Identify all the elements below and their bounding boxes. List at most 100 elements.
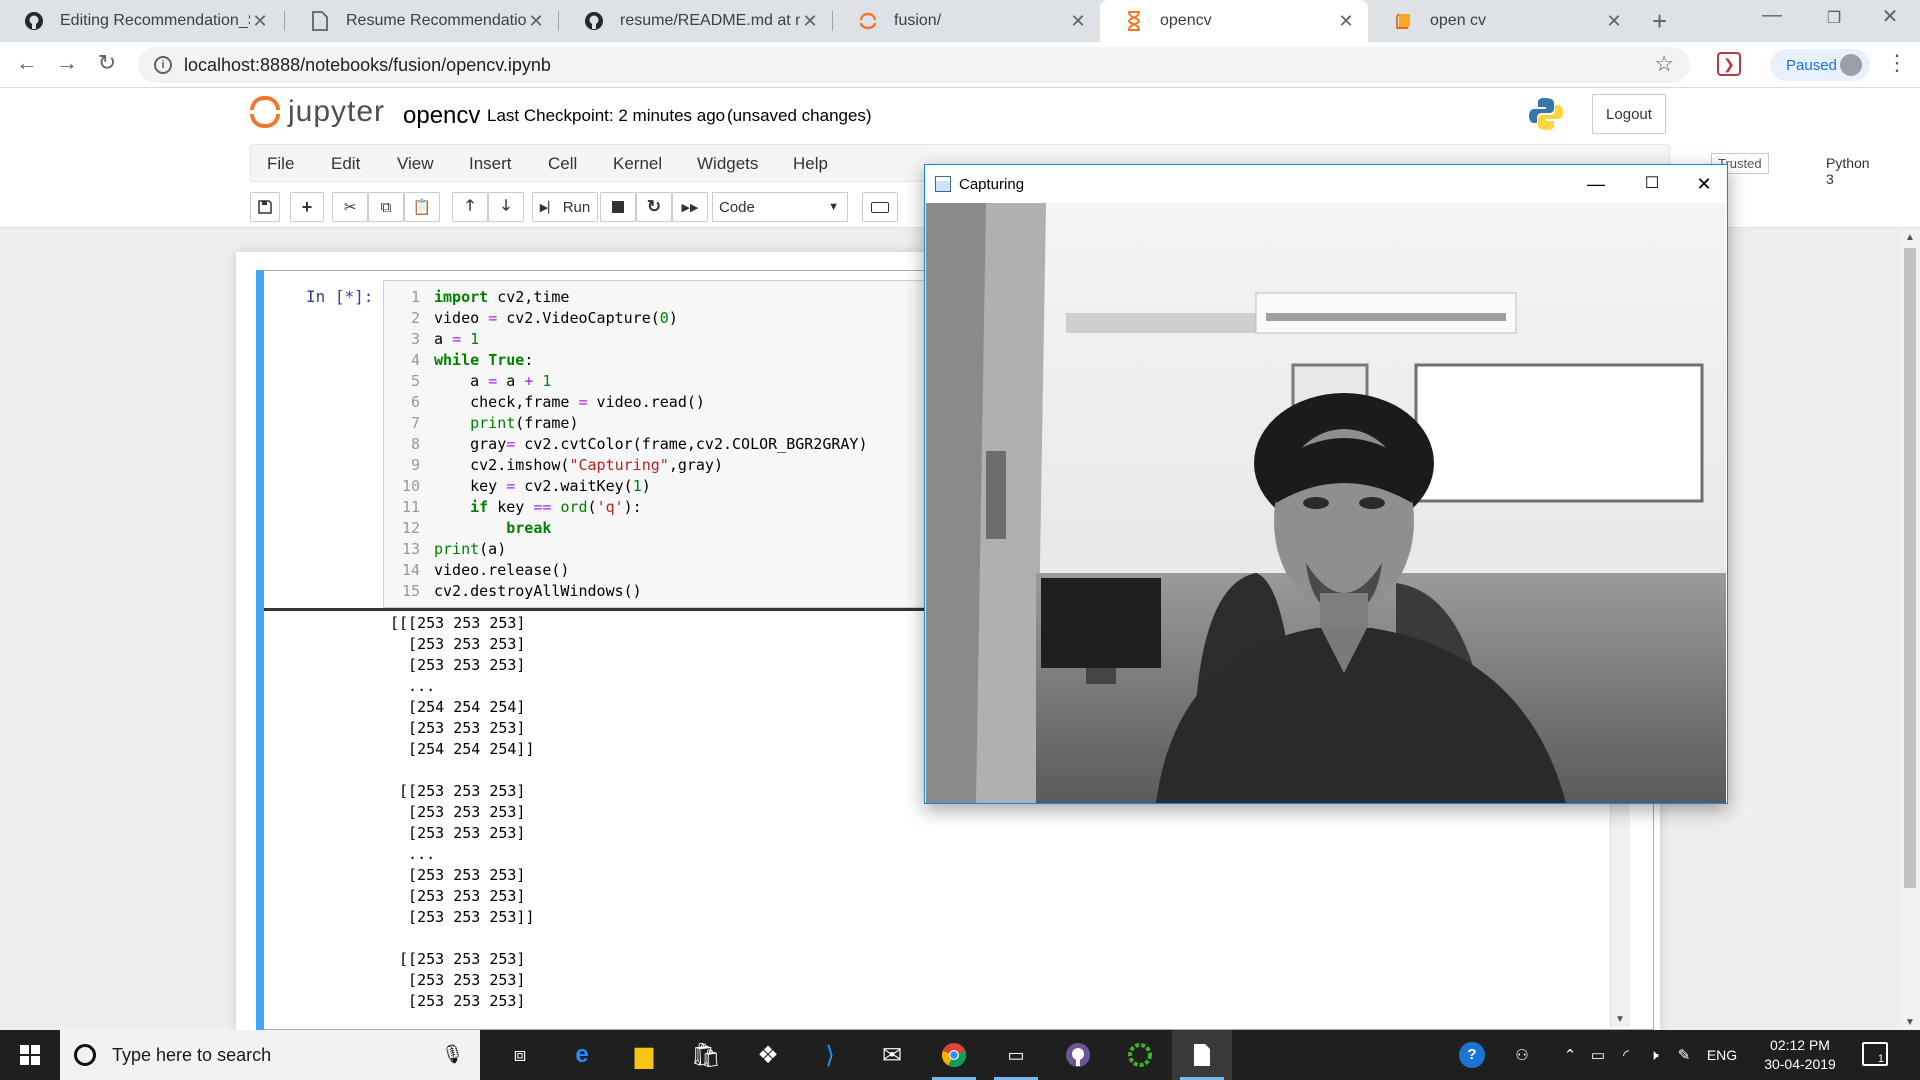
github-desktop-icon[interactable]	[1048, 1030, 1108, 1080]
code-line: while True:	[434, 351, 534, 369]
bookmark-star-icon[interactable]: ☆	[1654, 51, 1674, 77]
task-view-icon[interactable]: ⧈	[490, 1030, 550, 1080]
autosave-status: (unsaved changes)	[727, 106, 872, 125]
menu-kernel[interactable]: Kernel	[613, 154, 662, 174]
tab-fusion[interactable]: fusion/ ✕	[834, 0, 1100, 42]
output-line: [253 253 253]	[390, 824, 526, 842]
tab-opencv[interactable]: opencv ✕	[1100, 0, 1368, 42]
restart-run-all-button[interactable]: ▶▶	[672, 192, 708, 222]
move-up-button[interactable]: 🡑	[452, 192, 488, 222]
tab-editing-recommendation[interactable]: Editing Recommendation_Sy ✕	[0, 0, 282, 42]
forward-arrow-icon[interactable]: →	[52, 50, 82, 76]
address-bar[interactable]: i localhost:8888/notebooks/fusion/opencv…	[138, 47, 1690, 83]
reload-icon[interactable]: ↻	[92, 50, 122, 76]
tab-resume-readme[interactable]: resume/README.md at mast ✕	[560, 0, 832, 42]
github-icon	[24, 11, 44, 31]
new-tab-button[interactable]: +	[1652, 6, 1667, 37]
page-scrollbar[interactable]: ▲ ▼	[1900, 228, 1920, 1030]
tab-close-icon[interactable]: ✕	[526, 11, 546, 32]
tab-open-cv[interactable]: open cv ✕	[1370, 0, 1636, 42]
menu-widgets[interactable]: Widgets	[697, 154, 758, 174]
language-indicator[interactable]: ENG	[1700, 1030, 1744, 1080]
paste-button[interactable]: 📋	[404, 192, 440, 222]
dropbox-icon[interactable]: ❖	[738, 1030, 798, 1080]
menu-edit[interactable]: Edit	[331, 154, 360, 174]
scroll-down-icon[interactable]: ▼	[1905, 1017, 1915, 1028]
cut-button[interactable]: ✂	[332, 192, 368, 222]
line-number: 5	[410, 372, 420, 390]
back-arrow-icon[interactable]: ←	[12, 50, 42, 76]
stop-icon	[612, 201, 624, 213]
notebook-name[interactable]: opencv	[403, 102, 480, 130]
site-info-icon[interactable]: i	[154, 56, 172, 74]
menu-insert[interactable]: Insert	[469, 154, 512, 174]
anaconda-icon[interactable]	[1110, 1030, 1170, 1080]
python-logo-icon	[1529, 98, 1563, 130]
edge-browser-icon[interactable]: e	[552, 1030, 612, 1080]
tab-close-icon[interactable]: ✕	[250, 11, 270, 32]
terminal-icon[interactable]: ▭	[986, 1030, 1046, 1080]
line-number: 6	[410, 393, 420, 411]
jupyter-logo[interactable]: jupyter	[250, 94, 385, 130]
line-number: 2	[410, 309, 420, 327]
move-down-button[interactable]: 🡓	[488, 192, 524, 222]
cortana-icon	[74, 1044, 96, 1066]
insert-cell-button[interactable]: +	[290, 192, 324, 222]
store-icon[interactable]: 🛍	[676, 1030, 736, 1080]
volume-muted-icon[interactable]: 🕨	[1640, 1030, 1668, 1080]
menu-help[interactable]: Help	[793, 154, 828, 174]
run-button[interactable]: ▶▏ Run	[532, 192, 598, 222]
output-line: [253 253 253]	[390, 719, 526, 737]
menu-cell[interactable]: Cell	[548, 154, 577, 174]
wifi-icon[interactable]: ◜	[1612, 1030, 1640, 1080]
scroll-up-icon[interactable]: ▲	[1905, 232, 1915, 243]
chrome-icon[interactable]	[924, 1030, 984, 1080]
maximize-window-button[interactable]: ☐	[1629, 169, 1675, 199]
show-hidden-icons-chevron[interactable]: ⌃	[1556, 1030, 1584, 1080]
tab-close-icon[interactable]: ✕	[1068, 11, 1088, 32]
microphone-icon[interactable]: 🎙	[441, 1044, 464, 1065]
jupyter-logo-icon	[250, 94, 280, 130]
system-clock[interactable]: 02:12 PM 30-04-2019	[1748, 1036, 1852, 1074]
file-explorer-icon[interactable]: ▆	[614, 1030, 674, 1080]
save-button[interactable]	[250, 192, 280, 222]
menu-file[interactable]: File	[267, 154, 294, 174]
tab-close-icon[interactable]: ✕	[800, 11, 820, 32]
mail-icon[interactable]: ✉	[862, 1030, 922, 1080]
windows-taskbar: Type here to search 🎙 ⧈ e ▆ 🛍 ❖ ⟩ ✉ ▭ ? …	[0, 1030, 1920, 1080]
scroll-down-icon[interactable]: ▼	[1615, 1014, 1625, 1025]
tab-resume-recommendation[interactable]: Resume Recommendation ✕	[286, 0, 558, 42]
profile-paused-button[interactable]: Paused	[1770, 49, 1870, 81]
restore-window-button[interactable]: ❐	[1814, 8, 1854, 28]
minimize-window-button[interactable]: —	[1573, 169, 1619, 199]
pen-icon[interactable]: ✎	[1670, 1030, 1698, 1080]
tab-close-icon[interactable]: ✕	[1336, 11, 1356, 32]
pocket-extension-icon[interactable]: ❯	[1717, 52, 1741, 76]
help-icon[interactable]: ?	[1450, 1030, 1494, 1080]
line-number: 3	[410, 330, 420, 348]
start-button[interactable]	[0, 1030, 60, 1080]
people-icon[interactable]: ⚇	[1502, 1030, 1542, 1080]
close-window-button[interactable]: ✕	[1870, 4, 1910, 29]
url-text: localhost:8888/notebooks/fusion/opencv.i…	[184, 54, 551, 75]
action-center-icon[interactable]: 1	[1862, 1042, 1888, 1066]
visual-studio-icon[interactable]: ⟩	[800, 1030, 860, 1080]
code-line: a = 1	[434, 330, 480, 348]
minimize-window-button[interactable]: —	[1752, 4, 1792, 27]
scrollbar-thumb[interactable]	[1904, 248, 1916, 888]
copy-button[interactable]: ⧉	[368, 192, 404, 222]
taskbar-search-box[interactable]: Type here to search 🎙	[60, 1030, 480, 1080]
tab-close-icon[interactable]: ✕	[1604, 11, 1624, 32]
browser-menu-icon[interactable]: ⋮	[1886, 50, 1908, 76]
close-window-button[interactable]: ✕	[1681, 169, 1727, 199]
interrupt-button[interactable]	[600, 192, 636, 222]
notepad-icon[interactable]	[1172, 1030, 1232, 1080]
battery-icon[interactable]: ▭	[1584, 1030, 1612, 1080]
menu-view[interactable]: View	[397, 154, 434, 174]
profile-status-label: Paused	[1786, 56, 1837, 74]
capture-window[interactable]: Capturing — ☐ ✕	[924, 164, 1728, 804]
command-palette-button[interactable]	[862, 192, 898, 222]
logout-button[interactable]: Logout	[1592, 94, 1666, 134]
restart-kernel-button[interactable]: ↻	[636, 192, 672, 222]
cell-type-select[interactable]: Code ▼	[712, 192, 848, 222]
